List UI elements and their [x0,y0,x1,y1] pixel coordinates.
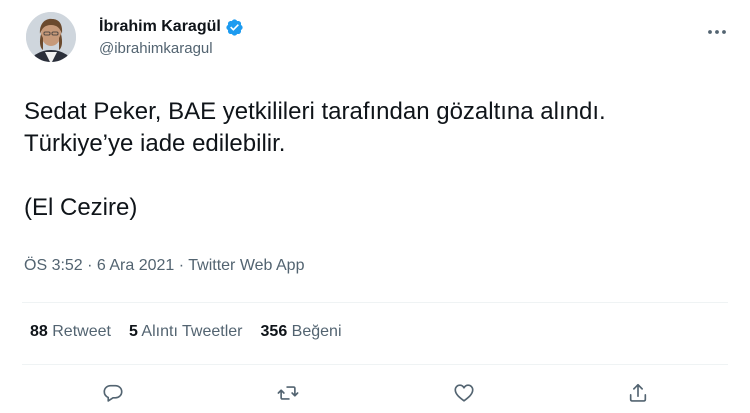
author-handle[interactable]: @ibrahimkaragul [99,40,244,57]
more-dots-icon[interactable] [706,24,728,34]
tweet-meta: ÖS 3:52 · 6 Ara 2021 · Twitter Web App [24,257,304,275]
like-count: 356 [260,323,288,340]
tweet-text-line: (El Cezire) [24,194,138,221]
avatar-image [26,12,76,62]
quote-label: Alıntı Tweetler [141,323,243,340]
tweet-text-line: Türkiye’ye iade edilebilir. [24,130,286,157]
divider [22,364,728,365]
tweet-source-app[interactable]: Twitter Web App [188,257,304,274]
tweet-stats: 88 Retweet 5 Alıntı Tweetler 356 Beğeni [30,323,342,341]
heart-icon[interactable] [449,378,479,408]
retweet-stat[interactable]: 88 Retweet [30,323,111,341]
avatar[interactable] [26,12,76,62]
retweet-count: 88 [30,323,48,340]
meta-separator: · [82,257,97,274]
like-stat[interactable]: 356 Beğeni [261,323,342,341]
tweet-card: İbrahim Karagül @ibrahimkaragul Sedat Pe… [0,0,750,413]
tweet-header: İbrahim Karagül @ibrahimkaragul [99,16,244,57]
retweet-arrows-icon[interactable] [273,378,303,408]
meta-separator: · [174,257,189,274]
tweet-body: Sedat Peker, BAE yetkilileri tarafından … [24,96,724,224]
reply-bubble-icon[interactable] [98,378,128,408]
author-display-name[interactable]: İbrahim Karagül [99,18,221,36]
like-label: Beğeni [291,323,342,340]
tweet-actions [0,378,750,408]
quote-count: 5 [128,323,138,340]
divider [22,302,728,303]
quote-stat[interactable]: 5 Alıntı Tweetler [129,323,243,341]
share-upload-icon[interactable] [623,378,653,408]
tweet-time[interactable]: ÖS 3:52 [24,257,83,274]
tweet-text-line: Sedat Peker, BAE yetkilileri tarafından … [24,98,606,125]
verified-badge-icon [225,18,244,37]
tweet-date[interactable]: 6 Ara 2021 [97,257,174,274]
retweet-label: Retweet [52,323,111,340]
